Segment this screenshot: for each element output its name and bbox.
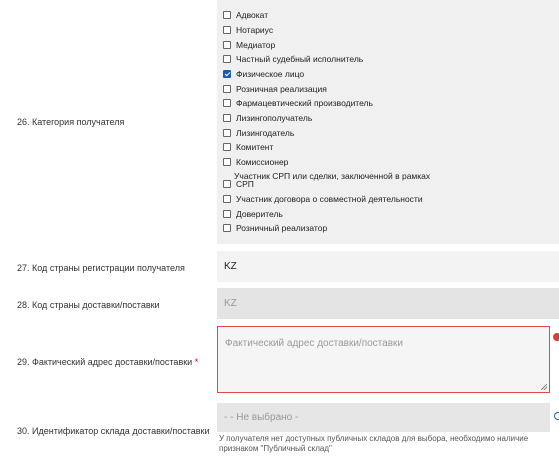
delivery-address-textarea[interactable]: Фактический адрес доставки/поставки (217, 326, 550, 393)
checkbox[interactable] (223, 114, 231, 122)
delivery-address-placeholder: Фактический адрес доставки/поставки (225, 338, 403, 349)
checkbox-label: СРП (236, 179, 254, 189)
search-icon[interactable] (554, 412, 559, 420)
checkbox-checked[interactable] (223, 70, 231, 78)
delivery-address-label: 29. Фактический адрес доставки/поставки … (17, 357, 198, 367)
cb-item-11-line1: Участник СРП или сделки, заключенной в р… (234, 171, 431, 181)
checkbox-label: Лизингополучатель (236, 113, 313, 123)
checkbox-label: Доверитель (236, 209, 283, 219)
checkbox-label: Частный судебный исполнитель (236, 54, 364, 64)
warehouse-select[interactable]: - - Не выбрано - (217, 403, 550, 432)
cb-item-12[interactable]: Участник договора о совместной деятельно… (223, 193, 423, 205)
checkbox-label: Медиатор (236, 40, 276, 50)
category-label: 26. Категория получателя (17, 117, 125, 127)
delivery-address-label-text: 29. Фактический адрес доставки/поставки (17, 357, 193, 367)
cb-item-0[interactable]: Адвокат (223, 9, 268, 21)
registration-country-label: 27. Код страны регистрации получателя (17, 263, 185, 273)
checkbox[interactable] (223, 143, 231, 151)
checkbox[interactable] (223, 11, 231, 19)
cb-item-8[interactable]: Лизингодатель (223, 127, 294, 139)
warehouse-id-label: 30. Идентификатор склада доставки/постав… (17, 426, 210, 436)
checkbox[interactable] (223, 55, 231, 63)
checkbox[interactable] (223, 180, 231, 188)
checkbox-label: Фармацевтический производитель (236, 98, 373, 108)
cb-item-9[interactable]: Комитент (223, 141, 273, 153)
checkbox-label: Адвокат (236, 10, 269, 20)
resize-grip-icon[interactable] (541, 384, 547, 390)
checkbox-label: Розничный реализатор (236, 223, 328, 233)
checkbox-label: Комиссионер (236, 157, 289, 167)
cb-item-2[interactable]: Медиатор (223, 39, 275, 51)
checkbox[interactable] (223, 158, 231, 166)
checkbox-label: Физическое лицо (236, 69, 305, 79)
delivery-country-value: KZ (224, 298, 237, 309)
checkbox[interactable] (223, 195, 231, 203)
cb-item-1[interactable]: Нотариус (223, 24, 273, 36)
checkbox-label: Нотариус (236, 25, 274, 35)
registration-country-field[interactable]: KZ (217, 251, 559, 282)
checkbox[interactable] (223, 224, 231, 232)
delivery-country-label: 28. Код страны доставки/поставки (17, 300, 160, 310)
cb-item-7[interactable]: Лизингополучатель (223, 112, 312, 124)
checkbox-label: Комитент (236, 142, 274, 152)
registration-country-value: KZ (224, 261, 237, 272)
cb-item-14[interactable]: Розничный реализатор (223, 222, 327, 234)
warehouse-hint-line2: признаком "Публичный склад" (219, 444, 332, 453)
cb-item-5[interactable]: Розничная реализация (223, 83, 327, 95)
warehouse-select-value: - - Не выбрано - (224, 412, 299, 423)
warehouse-hint-line1: У получателя нет доступных публичных скл… (219, 434, 529, 443)
required-mark: * (194, 357, 199, 367)
checkbox-label: Лизингодатель (236, 128, 295, 138)
error-icon (553, 333, 559, 341)
checkbox-label: Участник договора о совместной деятельно… (236, 194, 423, 204)
cb-item-3[interactable]: Частный судебный исполнитель (223, 53, 363, 65)
cb-item-6[interactable]: Фармацевтический производитель (223, 97, 373, 109)
cb-item-10[interactable]: Комиссионер (223, 156, 288, 168)
checkbox[interactable] (223, 41, 231, 49)
checkbox[interactable] (223, 99, 231, 107)
cb-item-4[interactable]: Физическое лицо (223, 68, 304, 80)
checkbox[interactable] (223, 129, 231, 137)
checkbox[interactable] (223, 210, 231, 218)
checkbox[interactable] (223, 26, 231, 34)
cb-item-13[interactable]: Доверитель (223, 208, 283, 220)
cb-item-11[interactable]: СРП (223, 178, 254, 190)
checkbox[interactable] (223, 85, 231, 93)
delivery-country-field: KZ (217, 288, 559, 319)
checkbox-label: Розничная реализация (236, 84, 327, 94)
